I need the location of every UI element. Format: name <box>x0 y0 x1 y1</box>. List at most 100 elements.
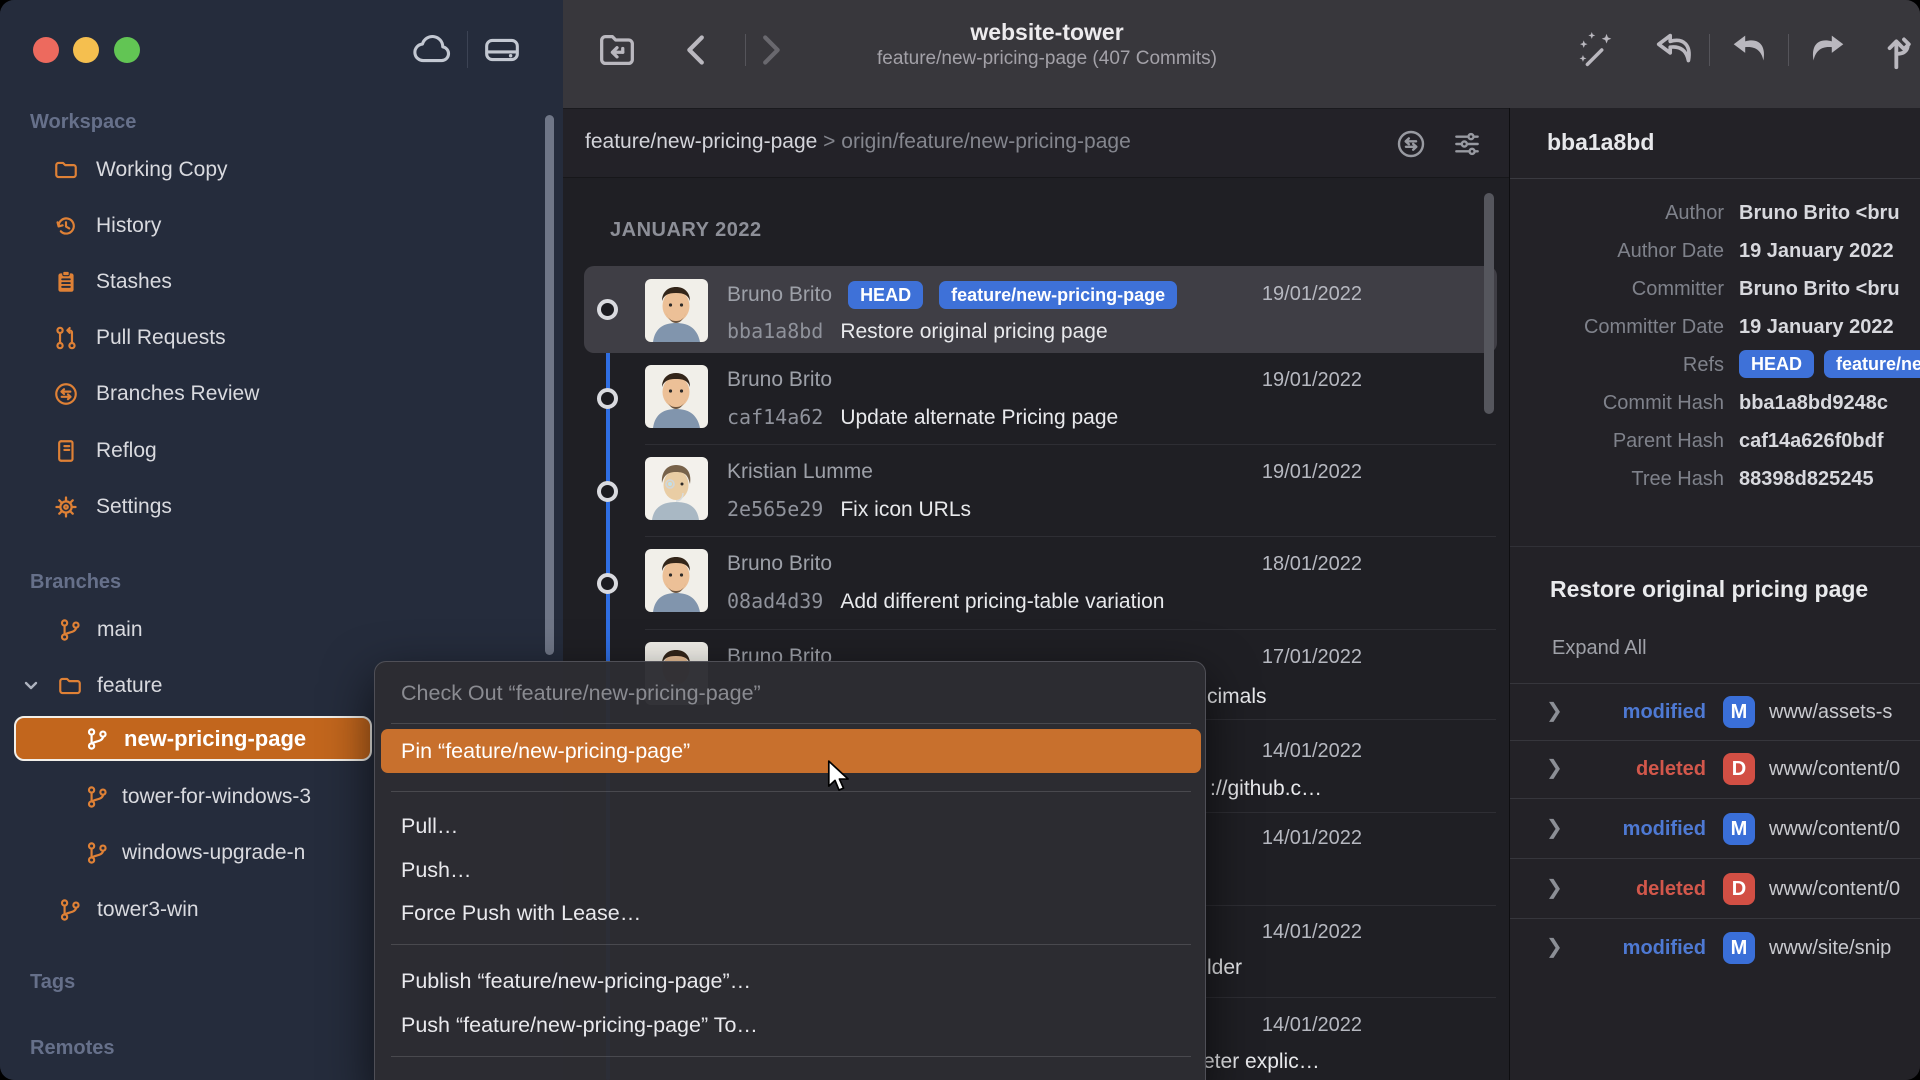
sidebar-item-label: windows-upgrade-n <box>122 839 305 867</box>
pull-icon[interactable] <box>1727 27 1773 73</box>
row-divider <box>645 444 1496 445</box>
menu-item-publish[interactable]: Publish “feature/new-pricing-page”… <box>401 966 751 996</box>
sidebar-item-pull-requests[interactable]: Pull Requests <box>0 318 440 358</box>
commit-row[interactable]: Kristian Lumme 2e565e29Fix icon URLs 19/… <box>584 444 1497 534</box>
changed-file-row[interactable]: ❯ modified M www/assets-s <box>1510 684 1920 741</box>
branch-icon <box>84 840 110 866</box>
avatar <box>645 457 708 520</box>
folder-icon <box>57 673 83 699</box>
sidebar-item-stashes[interactable]: Stashes <box>0 262 440 302</box>
chevron-down-icon[interactable] <box>19 673 45 699</box>
divider <box>1510 918 1920 919</box>
commit-row[interactable]: Bruno Brito caf14a62 Update alternate Pri… <box>584 352 1497 442</box>
commit-hash: caf14a62 <box>727 405 823 429</box>
sidebar-item-label: History <box>96 212 161 240</box>
sidebar-item-settings[interactable]: Settings <box>0 487 440 527</box>
menu-item-pull[interactable]: Pull… <box>401 811 458 841</box>
commit-hash: 08ad4d39 <box>727 589 823 613</box>
commit-date: 17/01/2022 <box>1262 644 1362 670</box>
menu-item-force-push[interactable]: Force Push with Lease… <box>401 898 641 928</box>
branch-breadcrumb-bar: feature/new-pricing-page > origin/featur… <box>563 108 1509 178</box>
commit-date: 14/01/2022 <box>1262 919 1362 945</box>
commit-author: Bruno Brito <box>727 551 832 577</box>
changed-file-row[interactable]: ❯ modified M www/content/0 <box>1510 801 1920 858</box>
sidebar-item-reflog[interactable]: Reflog <box>0 431 440 471</box>
breadcrumb-current-branch[interactable]: feature/new-pricing-page <box>585 130 817 153</box>
field-label: Parent Hash <box>1510 426 1724 456</box>
field-label: Author <box>1510 198 1724 228</box>
divider <box>1510 178 1920 179</box>
commit-list-scrollbar[interactable] <box>1484 193 1494 414</box>
file-path: www/site/snip <box>1769 934 1920 962</box>
field-value: bba1a8bd9248c <box>1739 388 1920 418</box>
sidebar-section-tags: Tags <box>30 969 75 995</box>
branch-icon <box>57 617 83 643</box>
sidebar-item-branch-main[interactable]: main <box>0 610 440 650</box>
push-icon[interactable] <box>1804 27 1850 73</box>
zoom-window-button[interactable] <box>114 37 140 63</box>
menu-item-push-to[interactable]: Push “feature/new-pricing-page” To… <box>401 1010 758 1040</box>
changed-file-row[interactable]: ❯ modified M www/site/snip <box>1510 920 1920 977</box>
commit-hash: 2e565e29 <box>727 497 823 521</box>
field-value: Bruno Brito <bru <box>1739 198 1920 228</box>
drive-icon[interactable] <box>479 27 525 73</box>
sidebar-item-label: Reflog <box>96 437 157 465</box>
branches-review-icon <box>53 381 79 407</box>
commit-message: Update alternate Pricing page <box>840 406 1118 429</box>
divider <box>1510 798 1920 799</box>
field-value: Bruno Brito <bru <box>1739 274 1920 304</box>
field-label: Commit Hash <box>1510 388 1724 418</box>
sidebar-section-workspace: Workspace <box>30 109 136 135</box>
modified-badge: M <box>1723 932 1755 964</box>
filter-icon[interactable] <box>1451 128 1483 160</box>
commit-date: 19/01/2022 <box>1262 459 1362 485</box>
head-badge: HEAD <box>1739 350 1814 378</box>
avatar <box>645 549 708 612</box>
merge-icon[interactable] <box>1881 27 1920 73</box>
divider <box>1788 34 1789 66</box>
forward-icon[interactable] <box>747 27 793 73</box>
open-repo-icon[interactable] <box>594 27 640 73</box>
sidebar-item-branches-review[interactable]: Branches Review <box>0 374 440 414</box>
sidebar-item-label: Settings <box>96 493 172 521</box>
changed-file-row[interactable]: ❯ deleted D www/content/0 <box>1510 861 1920 918</box>
commit-message: Fix icon URLs <box>840 498 971 521</box>
commit-row-selected[interactable]: Bruno Brito HEAD feature/new-pricing-pag… <box>584 266 1497 353</box>
window-subtitle: feature/new-pricing-page (407 Commits) <box>827 46 1267 72</box>
compare-icon[interactable] <box>1395 128 1427 160</box>
commit-message: Add different pricing-table variation <box>840 590 1164 613</box>
divider <box>1510 546 1920 547</box>
sidebar-item-history[interactable]: History <box>0 206 440 246</box>
menu-item-push[interactable]: Push… <box>401 855 472 885</box>
fetch-icon[interactable] <box>1652 27 1698 73</box>
commit-author: Bruno Brito <box>727 367 832 393</box>
row-divider <box>645 536 1496 537</box>
cloud-icon[interactable] <box>410 27 456 73</box>
stashes-icon <box>53 269 79 295</box>
sidebar-item-branch-new-pricing-page[interactable]: new-pricing-page <box>14 716 372 761</box>
menu-item-pin-highlighted[interactable]: Pin “feature/new-pricing-page” <box>381 729 1201 773</box>
head-badge: HEAD <box>848 281 923 309</box>
sidebar-item-working-copy[interactable]: Working Copy <box>0 150 440 190</box>
quick-actions-icon[interactable] <box>1573 27 1619 73</box>
commit-date: 14/01/2022 <box>1262 738 1362 764</box>
expand-all-button[interactable]: Expand All <box>1552 637 1647 660</box>
commit-date: 19/01/2022 <box>1262 281 1362 307</box>
sidebar-scrollbar[interactable] <box>545 115 554 655</box>
commit-date: 14/01/2022 <box>1262 825 1362 851</box>
field-label: Committer Date <box>1510 312 1724 342</box>
branch-badge: feature/ne <box>1824 350 1920 378</box>
menu-divider <box>391 723 1191 724</box>
changed-file-row[interactable]: ❯ deleted D www/content/0 <box>1510 741 1920 798</box>
sidebar-item-label: tower-for-windows-3 <box>122 783 311 811</box>
commit-graph-node <box>597 299 618 320</box>
close-window-button[interactable] <box>33 37 59 63</box>
sidebar-item-label: Stashes <box>96 268 172 296</box>
back-icon[interactable] <box>674 27 720 73</box>
minimize-window-button[interactable] <box>73 37 99 63</box>
toolbar: website-tower feature/new-pricing-page (… <box>563 0 1920 108</box>
avatar <box>645 365 708 428</box>
commit-row[interactable]: Bruno Brito 08ad4d39 Add different pricin… <box>584 536 1497 626</box>
breadcrumb-remote-branch[interactable]: origin/feature/new-pricing-page <box>841 130 1131 153</box>
field-value: 88398d825245 <box>1739 464 1920 494</box>
